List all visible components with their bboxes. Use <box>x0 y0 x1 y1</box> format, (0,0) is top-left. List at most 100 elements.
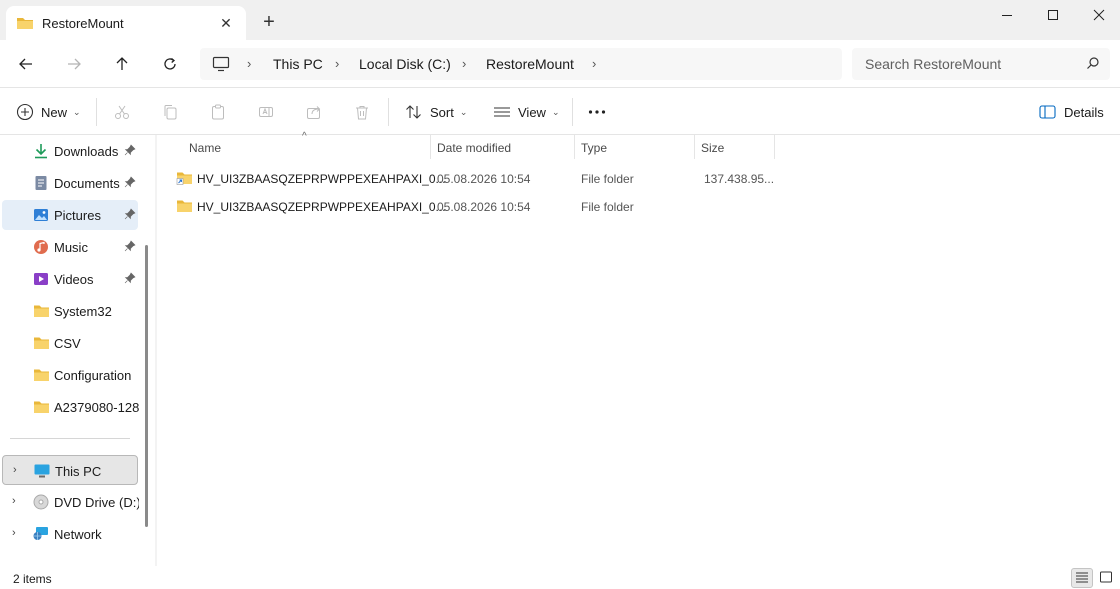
share-icon <box>306 104 322 120</box>
view-lines-icon <box>493 104 511 120</box>
column-header-name[interactable]: Name <box>189 141 221 165</box>
search-placeholder: Search RestoreMount <box>865 56 1002 72</box>
plus-circle-icon <box>16 103 34 121</box>
chevron-down-icon: ⌄ <box>551 106 560 117</box>
divider <box>388 98 389 126</box>
chevron-right-icon[interactable]: › <box>12 495 16 507</box>
pin-icon[interactable] <box>124 208 136 223</box>
tab-title: RestoreMount <box>42 16 124 31</box>
pin-icon[interactable] <box>124 240 136 255</box>
back-button[interactable] <box>11 50 41 78</box>
sidebar-item-this-pc[interactable]: › This PC <box>2 455 138 485</box>
chevron-right-icon[interactable]: › <box>13 464 17 476</box>
navigation-pane: Downloads Documents Pictures Music Video… <box>0 135 155 566</box>
large-icons-view-icon <box>1099 571 1113 586</box>
sort-icon <box>405 104 423 120</box>
details-view-icon <box>1075 571 1089 586</box>
pin-icon[interactable] <box>124 272 136 287</box>
folder-icon <box>176 198 193 217</box>
chevron-right-icon[interactable]: › <box>12 527 16 539</box>
sort-button[interactable]: Sort ⌄ <box>405 100 467 124</box>
details-label: Details <box>1064 104 1104 120</box>
file-name: HV_UI3ZBAASQZEPRPWPPEXEAHPAXI_0... <box>197 172 446 186</box>
forward-button[interactable] <box>59 50 89 78</box>
sidebar-item-label: Network <box>54 527 102 542</box>
sidebar-item-documents[interactable]: Documents <box>2 168 138 198</box>
breadcrumb[interactable]: › This PC › Local Disk (C:) › RestoreMou… <box>200 48 842 80</box>
sidebar-item-music[interactable]: Music <box>2 232 138 262</box>
sidebar-item-label: This PC <box>55 464 102 479</box>
copy-icon <box>162 104 178 120</box>
column-divider[interactable] <box>774 135 775 159</box>
chevron-down-icon: ⌄ <box>459 106 468 117</box>
maximize-button[interactable] <box>1030 0 1076 30</box>
pin-icon[interactable] <box>124 144 136 159</box>
address-bar: › This PC › Local Disk (C:) › RestoreMou… <box>0 40 1120 88</box>
tab-close-button[interactable]: ✕ <box>216 13 236 33</box>
tiles-view-button[interactable] <box>1095 568 1117 588</box>
sidebar-item-downloads[interactable]: Downloads <box>2 136 138 166</box>
clipboard-icon <box>210 104 226 120</box>
cut-button[interactable] <box>114 100 130 124</box>
view-label: View <box>518 104 546 120</box>
crumb-local-disk[interactable]: Local Disk (C:) <box>359 56 451 72</box>
videos-icon <box>33 271 49 287</box>
copy-button[interactable] <box>162 100 178 124</box>
column-divider[interactable] <box>694 135 695 159</box>
crumb-this-pc[interactable]: This PC <box>273 56 323 72</box>
sidebar-item-videos[interactable]: Videos <box>2 264 138 294</box>
divider <box>96 98 97 126</box>
crumb-restoremount[interactable]: RestoreMount <box>486 56 574 72</box>
delete-button[interactable] <box>354 100 370 124</box>
column-divider[interactable] <box>430 135 431 159</box>
sidebar-item-dvd-drive[interactable]: › DVD Drive (D:) D <box>2 487 139 517</box>
share-button[interactable] <box>306 100 322 124</box>
file-list: ^ Name Date modified Type Size HV_UI3ZBA… <box>157 131 1120 566</box>
documents-icon <box>33 175 49 191</box>
new-tab-button[interactable]: + <box>259 12 279 32</box>
download-icon <box>33 143 49 159</box>
details-button[interactable]: Details <box>1039 100 1104 124</box>
details-view-button[interactable] <box>1071 568 1093 588</box>
tab-restoremount[interactable]: RestoreMount ✕ <box>6 6 246 40</box>
sidebar-divider <box>10 438 130 439</box>
paste-button[interactable] <box>210 100 226 124</box>
sidebar-item-csv[interactable]: CSV <box>2 328 138 358</box>
column-divider[interactable] <box>574 135 575 159</box>
column-header-date[interactable]: Date modified <box>437 141 511 165</box>
folder-icon <box>33 367 49 383</box>
details-pane-icon <box>1039 105 1057 119</box>
table-row[interactable]: HV_UI3ZBAASQZEPRPWPPEXEAHPAXI_0... 05.08… <box>169 194 774 220</box>
up-button[interactable] <box>107 50 137 78</box>
sidebar-item-system32[interactable]: System32 <box>2 296 138 326</box>
column-header-type[interactable]: Type <box>581 141 607 165</box>
pin-icon[interactable] <box>124 176 136 191</box>
minimize-button[interactable] <box>984 0 1030 30</box>
sort-ascending-icon: ^ <box>302 131 307 142</box>
command-bar: New ⌄ Sort ⌄ View ⌄ Details <box>0 88 1120 135</box>
search-icon <box>1086 56 1100 73</box>
sidebar-item-guid-folder[interactable]: A2379080-1286- <box>2 392 139 422</box>
more-options-button[interactable] <box>588 100 606 124</box>
chevron-right-icon[interactable]: › <box>592 56 596 71</box>
view-button[interactable]: View ⌄ <box>493 100 560 124</box>
file-name: HV_UI3ZBAASQZEPRPWPPEXEAHPAXI_0... <box>197 200 446 214</box>
close-window-button[interactable] <box>1076 0 1120 30</box>
file-size: 137.438.95... <box>704 172 775 186</box>
column-header-size[interactable]: Size <box>701 141 724 165</box>
rename-icon <box>258 104 274 120</box>
sidebar-scrollbar[interactable] <box>145 245 148 527</box>
refresh-button[interactable] <box>155 50 185 78</box>
new-button[interactable]: New ⌄ <box>16 100 81 124</box>
sidebar-item-pictures[interactable]: Pictures <box>2 200 138 230</box>
sidebar-item-configuration[interactable]: Configuration <box>2 360 138 390</box>
table-row[interactable]: HV_UI3ZBAASQZEPRPWPPEXEAHPAXI_0... 05.08… <box>169 166 774 192</box>
search-input[interactable]: Search RestoreMount <box>852 48 1110 80</box>
pictures-icon <box>33 207 49 223</box>
rename-button[interactable] <box>258 100 274 124</box>
monitor-icon <box>212 56 230 75</box>
sidebar-item-network[interactable]: › Network <box>2 519 138 549</box>
chevron-down-icon: ⌄ <box>73 106 81 117</box>
file-date: 05.08.2026 10:54 <box>437 172 531 186</box>
trash-icon <box>354 104 370 120</box>
